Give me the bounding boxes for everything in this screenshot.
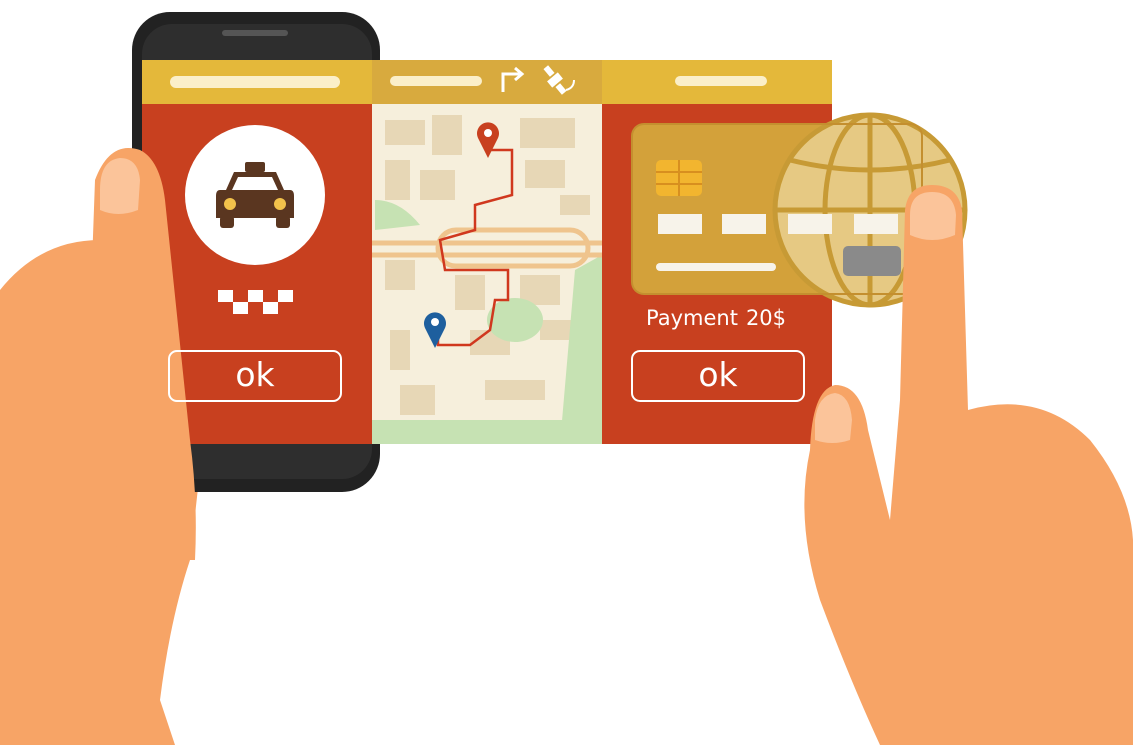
chip-icon [656, 160, 702, 196]
ok-button-payment[interactable]: ok [631, 350, 805, 402]
payment-label: Payment 20$ [646, 306, 794, 330]
map-panel [372, 60, 602, 444]
ok-button-booking[interactable]: ok [168, 350, 342, 402]
payment-text: Payment [646, 306, 738, 330]
payment-amount: 20$ [745, 306, 787, 330]
